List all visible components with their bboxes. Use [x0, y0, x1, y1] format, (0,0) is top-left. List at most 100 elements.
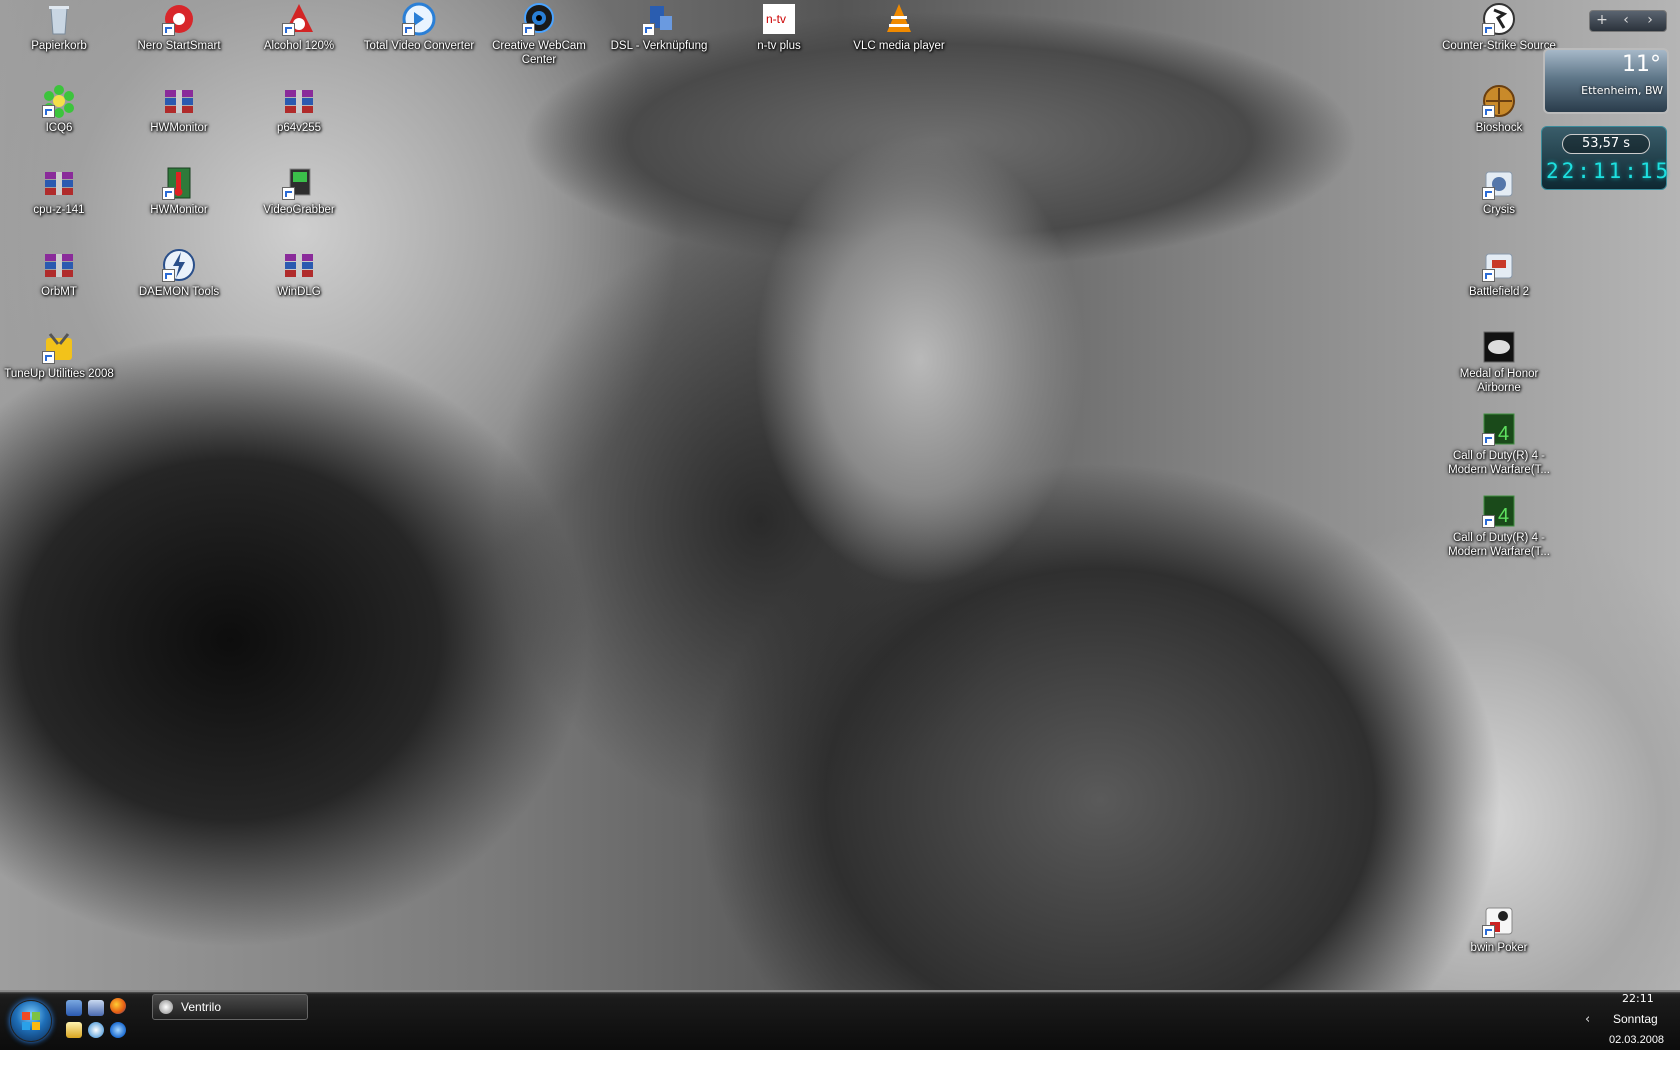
vlc-icon	[882, 2, 916, 36]
counter-strike-icon	[1482, 2, 1516, 36]
icon-label: Medal of Honor Airborne	[1459, 368, 1539, 394]
desktop-icon-p64v255[interactable]: p64v255	[240, 84, 358, 135]
desktop-icon-cpu-z[interactable]: cpu-z-141	[0, 166, 118, 217]
icon-label: Call of Duty(R) 4 - Modern Warfare(T...	[1448, 450, 1550, 476]
desktop-icon-orbmt[interactable]: OrbMT	[0, 248, 118, 299]
bwin-poker-icon	[1482, 904, 1516, 938]
crysis-icon	[1482, 166, 1516, 200]
clock-gadget[interactable]: 53,57 s 22:11:15	[1541, 126, 1672, 190]
ntv-icon: n-tv	[762, 2, 796, 36]
icon-label: VLC media player	[853, 40, 945, 52]
desktop-icon-medal-of-honor[interactable]: Medal of Honor Airborne	[1440, 330, 1558, 395]
taskbar: Ventrilo 22:11 ‹ Sonntag 02.03.2008	[0, 990, 1680, 1052]
gadget-toolbar: + ‹ ›	[1589, 10, 1667, 32]
icon-label: VideoGrabber	[263, 204, 335, 216]
desktop-icon-battlefield[interactable]: Battlefield 2	[1440, 248, 1558, 299]
icon-label: cpu-z-141	[33, 204, 85, 216]
icon-label: Call of Duty(R) 4 - Modern Warfare(T...	[1448, 532, 1550, 558]
desktop-icon-bioshock[interactable]: Bioshock	[1440, 84, 1558, 135]
medal-of-honor-icon	[1482, 330, 1516, 364]
icon-label: Battlefield 2	[1468, 286, 1530, 298]
desktop-icon-hwmonitor-archive[interactable]: HWMonitor	[120, 84, 238, 135]
desktop-icon-bwin-poker[interactable]: bwin Poker	[1440, 904, 1558, 955]
icon-label: Nero StartSmart	[137, 40, 221, 52]
winrar-icon	[282, 84, 316, 118]
icon-label: WinDLG	[277, 286, 321, 298]
desktop-icon-nero-startsmart[interactable]: Nero StartSmart	[120, 2, 238, 53]
dsl-icon	[642, 2, 676, 36]
tuneup-icon	[42, 330, 76, 364]
desktop-icon-ntv-plus[interactable]: n-tv n-tv plus	[720, 2, 838, 53]
show-hidden-icons-button[interactable]: ‹	[1585, 1012, 1590, 1027]
taskbar-button-ventrilo[interactable]: Ventrilo	[152, 994, 308, 1020]
alcohol-icon	[282, 2, 316, 36]
bioshock-icon	[1482, 84, 1516, 118]
desktop-icon-tuneup[interactable]: TuneUp Utilities 2008	[0, 330, 118, 381]
winrar-icon	[282, 248, 316, 282]
icon-label: HWMonitor	[150, 204, 208, 216]
desktop-icon-daemon-tools[interactable]: DAEMON Tools	[120, 248, 238, 299]
add-gadget-button[interactable]: +	[1590, 11, 1614, 30]
desktop-icon-papierkorb[interactable]: Papierkorb	[0, 2, 118, 53]
icon-label: ICQ6	[45, 122, 73, 134]
desktop-icon-videograbber[interactable]: VideoGrabber	[240, 166, 358, 217]
desktop-icon-total-video-converter[interactable]: Total Video Converter	[360, 2, 478, 53]
svg-text:n-tv: n-tv	[766, 12, 786, 26]
winrar-icon	[42, 166, 76, 200]
tray-clock-date: 02.03.2008	[1609, 1034, 1665, 1046]
icon-label: n-tv plus	[757, 40, 801, 52]
desktop-icon-call-of-duty-2[interactable]: 4 Call of Duty(R) 4 - Modern Warfare(T..…	[1440, 494, 1558, 559]
desktop-icon-call-of-duty-1[interactable]: 4 Call of Duty(R) 4 - Modern Warfare(T..…	[1440, 412, 1558, 477]
next-page-button[interactable]: ›	[1638, 11, 1662, 30]
icon-label: HWMonitor	[150, 122, 208, 134]
screen-bottom-margin	[0, 1050, 1680, 1080]
digital-clock: 22:11:15	[1546, 159, 1672, 183]
icon-label: Total Video Converter	[363, 40, 475, 52]
taskbar-button-label: Ventrilo	[181, 1000, 222, 1014]
tray-clock-time[interactable]: 22:11	[1622, 992, 1654, 1005]
total-video-converter-icon	[402, 2, 436, 36]
firefox-icon[interactable]	[110, 998, 126, 1014]
svg-text:4: 4	[1498, 423, 1509, 445]
desktop-icon-hwmonitor[interactable]: HWMonitor	[120, 166, 238, 217]
desktop-icon-creative-webcam[interactable]: Creative WebCam Center	[480, 2, 598, 67]
recycle-bin-icon	[42, 2, 76, 36]
desktop-wallpaper	[0, 0, 1680, 1080]
nero-icon	[162, 2, 196, 36]
icq-icon	[42, 84, 76, 118]
svg-text:4: 4	[1498, 505, 1509, 527]
icon-label: DSL - Verknüpfung	[610, 40, 708, 52]
webcam-icon	[522, 2, 556, 36]
icon-label: DAEMON Tools	[138, 286, 220, 298]
icon-label: OrbMT	[41, 286, 77, 298]
desktop-icon-icq6[interactable]: ICQ6	[0, 84, 118, 135]
winrar-icon	[162, 84, 196, 118]
messenger-icon[interactable]	[88, 1022, 104, 1038]
desktop-icon-alcohol[interactable]: Alcohol 120%	[240, 2, 358, 53]
desktop-icon-vlc[interactable]: VLC media player	[840, 2, 958, 53]
icon-label: Alcohol 120%	[263, 40, 335, 52]
start-button[interactable]	[10, 1000, 52, 1042]
tray-clock-day: Sonntag	[1613, 1012, 1658, 1026]
show-desktop-icon[interactable]	[66, 1000, 82, 1016]
ventrilo-icon	[159, 1000, 173, 1014]
icon-label: p64v255	[276, 122, 322, 134]
icon-label: TuneUp Utilities 2008	[4, 368, 114, 380]
hwmonitor-icon	[162, 166, 196, 200]
desktop-icon-dsl[interactable]: DSL - Verknüpfung	[600, 2, 718, 53]
weather-temperature: 11°	[1622, 52, 1661, 77]
call-of-duty-icon: 4	[1482, 494, 1516, 528]
previous-page-button[interactable]: ‹	[1614, 11, 1638, 30]
desktop-icon-windlg[interactable]: WinDLG	[240, 248, 358, 299]
stopwatch-readout: 53,57 s	[1562, 134, 1650, 154]
weather-gadget[interactable]: 11° Ettenheim, BW	[1543, 48, 1669, 114]
icon-label: bwin Poker	[1470, 942, 1528, 954]
daemon-tools-icon	[162, 248, 196, 282]
explorer-icon[interactable]	[66, 1022, 82, 1038]
icon-label: Papierkorb	[31, 40, 87, 52]
desktop-icon-counter-strike[interactable]: Counter-Strike Source	[1440, 2, 1558, 53]
icon-label: Counter-Strike Source	[1442, 40, 1556, 52]
winrar-icon	[42, 248, 76, 282]
internet-explorer-icon[interactable]	[110, 1022, 126, 1038]
switch-windows-icon[interactable]	[88, 1000, 104, 1016]
